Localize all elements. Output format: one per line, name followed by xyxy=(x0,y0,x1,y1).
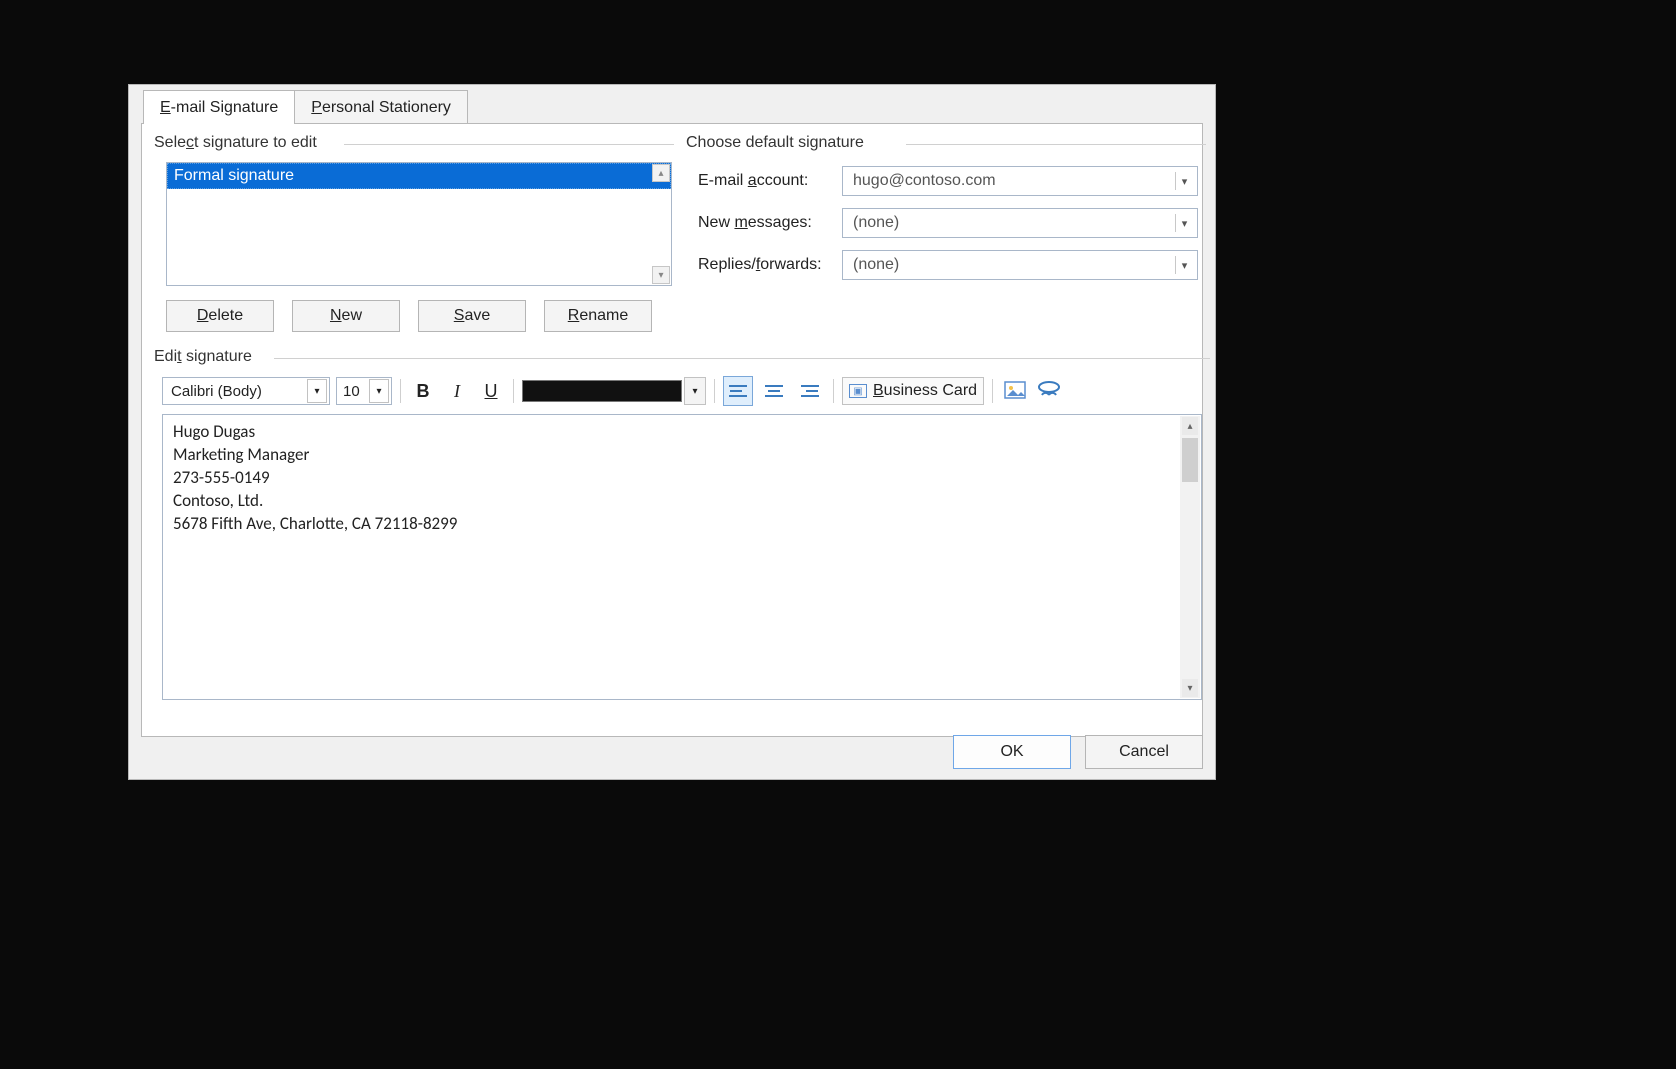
select-signature-group: Select signature to edit Formal signatur… xyxy=(154,144,674,364)
font-size-combo[interactable]: 10 ▾ xyxy=(336,377,392,405)
separator xyxy=(992,379,993,403)
dialog-button-row: OK Cancel xyxy=(953,735,1203,769)
new-button[interactable]: New xyxy=(292,300,400,332)
underline-button[interactable]: U xyxy=(477,377,505,405)
tab-personal-stationery[interactable]: Personal Stationery xyxy=(294,90,468,124)
signature-button-row: Delete New Save Rename xyxy=(166,300,652,332)
tab-email-signature[interactable]: E-mail Signature xyxy=(143,90,295,124)
edit-signature-group-label: Edit signature xyxy=(154,348,256,366)
replies-forwards-label: Replies/forwards: xyxy=(698,256,842,274)
tab-body: Select signature to edit Formal signatur… xyxy=(141,123,1203,737)
tabstrip: E-mail Signature Personal Stationery xyxy=(129,85,1215,123)
italic-button[interactable]: I xyxy=(443,377,471,405)
delete-button[interactable]: Delete xyxy=(166,300,274,332)
scroll-thumb[interactable] xyxy=(1182,438,1198,482)
rename-button[interactable]: Rename xyxy=(544,300,652,332)
signature-list[interactable]: Formal signature ▴ ▾ xyxy=(166,162,672,286)
save-button[interactable]: Save xyxy=(418,300,526,332)
chevron-down-icon: ▾ xyxy=(307,379,327,403)
insert-picture-button[interactable] xyxy=(1001,377,1029,405)
signatures-dialog: E-mail Signature Personal Stationery Sel… xyxy=(128,84,1216,780)
separator xyxy=(833,379,834,403)
chevron-down-icon: ▾ xyxy=(1175,256,1193,274)
scroll-down-button[interactable]: ▾ xyxy=(652,266,670,284)
email-account-value: hugo@contoso.com xyxy=(853,172,996,190)
tab-email-signature-label: -mail Signature xyxy=(171,99,279,116)
email-account-combo[interactable]: hugo@contoso.com ▾ xyxy=(842,166,1198,196)
divider xyxy=(344,144,674,145)
new-messages-combo[interactable]: (none) ▾ xyxy=(842,208,1198,238)
scroll-down-icon[interactable]: ▾ xyxy=(1182,679,1198,697)
business-card-icon: ▣ xyxy=(849,384,867,398)
default-signature-group: Choose default signature E-mail account:… xyxy=(686,144,1206,344)
editor-line: 5678 Fifth Ave, Charlotte, CA 72118-8299 xyxy=(173,513,1191,536)
business-card-button[interactable]: ▣ Business Card xyxy=(842,377,984,405)
new-messages-row: New messages: (none) ▾ xyxy=(698,208,1198,238)
font-size-value: 10 xyxy=(343,383,360,400)
editor-line: Marketing Manager xyxy=(173,444,1191,467)
editor-line: Contoso, Ltd. xyxy=(173,490,1191,513)
chevron-down-icon: ▾ xyxy=(684,377,706,405)
font-name-combo[interactable]: Calibri (Body) ▾ xyxy=(162,377,330,405)
edit-signature-group: Edit signature Calibri (Body) ▾ 10 ▾ B I… xyxy=(154,358,1210,708)
chevron-down-icon: ▾ xyxy=(1175,172,1193,190)
email-account-label: E-mail account: xyxy=(698,172,842,190)
font-name-value: Calibri (Body) xyxy=(171,383,262,400)
new-messages-value: (none) xyxy=(853,214,899,232)
new-messages-label: New messages: xyxy=(698,214,842,232)
align-left-button[interactable] xyxy=(723,376,753,406)
color-swatch xyxy=(522,380,682,402)
separator xyxy=(400,379,401,403)
signature-list-item[interactable]: Formal signature xyxy=(167,163,671,189)
chevron-down-icon: ▾ xyxy=(369,379,389,403)
chevron-down-icon: ▾ xyxy=(1175,214,1193,232)
divider xyxy=(906,144,1206,145)
select-signature-group-label: Select signature to edit xyxy=(154,134,321,152)
ok-button[interactable]: OK xyxy=(953,735,1071,769)
cancel-button[interactable]: Cancel xyxy=(1085,735,1203,769)
signature-editor[interactable]: Hugo Dugas Marketing Manager 273-555-014… xyxy=(162,414,1202,700)
scroll-up-button[interactable]: ▴ xyxy=(652,164,670,182)
separator xyxy=(714,379,715,403)
email-account-row: E-mail account: hugo@contoso.com ▾ xyxy=(698,166,1198,196)
replies-forwards-row: Replies/forwards: (none) ▾ xyxy=(698,250,1198,280)
editor-scrollbar[interactable]: ▴ ▾ xyxy=(1180,416,1200,698)
align-right-button[interactable] xyxy=(795,376,825,406)
replies-forwards-value: (none) xyxy=(853,256,899,274)
default-signature-group-label: Choose default signature xyxy=(686,134,868,152)
insert-hyperlink-button[interactable] xyxy=(1035,377,1063,405)
scroll-up-icon[interactable]: ▴ xyxy=(1182,417,1198,435)
font-color-combo[interactable]: ▾ xyxy=(522,377,706,405)
editor-line: 273-555-0149 xyxy=(173,467,1191,490)
bold-button[interactable]: B xyxy=(409,377,437,405)
tab-personal-stationery-label: ersonal Stationery xyxy=(322,99,451,116)
replies-forwards-combo[interactable]: (none) ▾ xyxy=(842,250,1198,280)
separator xyxy=(513,379,514,403)
divider xyxy=(274,358,1210,359)
editor-line: Hugo Dugas xyxy=(173,421,1191,444)
align-center-button[interactable] xyxy=(759,376,789,406)
editor-toolbar: Calibri (Body) ▾ 10 ▾ B I U ▾ xyxy=(162,376,1063,406)
